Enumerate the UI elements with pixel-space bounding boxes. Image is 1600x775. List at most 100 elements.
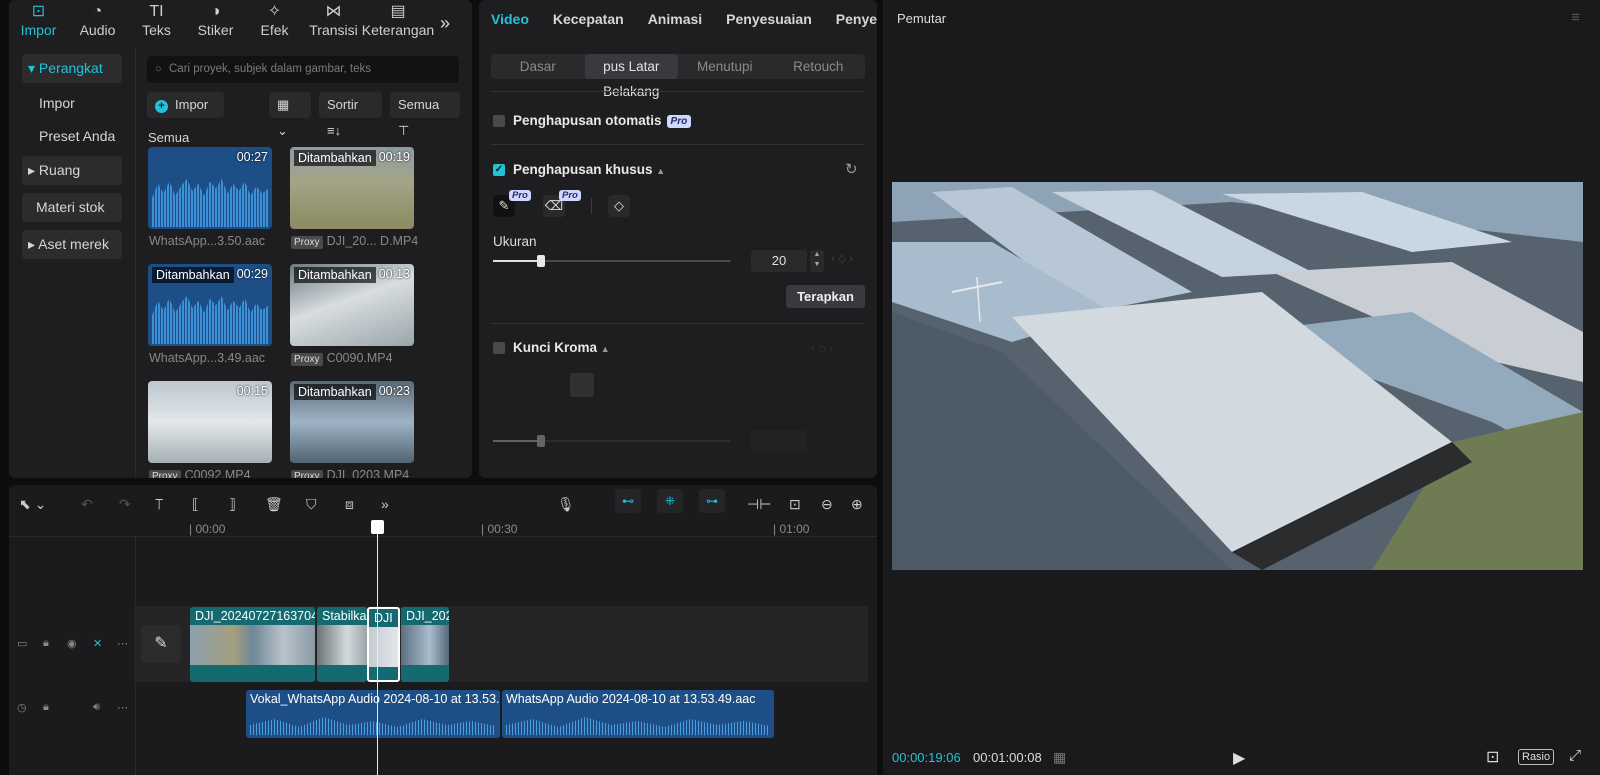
stepper-icon[interactable]: ▲ ▼ bbox=[810, 250, 824, 272]
custom-remove-checkbox[interactable]: ✓ bbox=[493, 164, 505, 176]
sidebar-item-stock[interactable]: Materi stok bbox=[22, 193, 122, 222]
subtab-basic[interactable]: Dasar bbox=[491, 54, 585, 79]
tab-import[interactable]: ⊡ Impor bbox=[9, 0, 68, 46]
audio-clip[interactable]: Vokal_WhatsApp Audio 2024-08-10 at 13.53… bbox=[246, 690, 500, 738]
video-clip[interactable]: DJI_2024 bbox=[401, 607, 449, 682]
auto-remove-checkbox[interactable] bbox=[493, 115, 505, 127]
filter-button[interactable]: Semua ⊤ bbox=[390, 92, 460, 138]
trim-left-icon[interactable]: ⟦ bbox=[192, 496, 199, 513]
media-item-video-1[interactable]: Ditambahkan 00:19 bbox=[290, 147, 414, 229]
divider bbox=[491, 91, 865, 92]
tab-adjustment[interactable]: Penyesuaian bbox=[726, 11, 812, 27]
tab-adjustment-2[interactable]: Penyes bbox=[836, 11, 877, 27]
cover-icon[interactable]: ✕ bbox=[93, 637, 102, 650]
tab-effects[interactable]: ✧ Efek bbox=[245, 0, 304, 46]
subtab-mask[interactable]: Menutupi bbox=[678, 54, 772, 79]
lock-icon[interactable]: 🔒︎ bbox=[43, 701, 49, 714]
trim-right-icon[interactable]: ⟧ bbox=[229, 496, 236, 513]
freeze-icon[interactable]: ⧈ bbox=[345, 496, 354, 513]
undo-icon[interactable]: ↶ bbox=[81, 496, 93, 513]
eraser-tool-icon[interactable]: ◇ bbox=[608, 195, 630, 217]
chroma-value-input bbox=[751, 430, 807, 452]
chroma-key-text: Kunci Kroma bbox=[513, 340, 598, 355]
split-icon[interactable]: ⟙ bbox=[155, 496, 163, 513]
marker-icon[interactable]: ⛉ bbox=[306, 496, 317, 513]
zoom-in-icon[interactable]: ⊕ bbox=[851, 496, 863, 513]
size-value-input[interactable]: 20 bbox=[751, 250, 807, 272]
time-ruler[interactable]: | 00:00 | 00:30 | 01:00 bbox=[9, 517, 877, 537]
sticker-icon: ◑ bbox=[210, 3, 221, 20]
timecode-grid-icon[interactable]: ▦ bbox=[1053, 749, 1066, 766]
sidebar-item-device[interactable]: ▾ Perangkat bbox=[22, 54, 122, 83]
sidebar-item-import[interactable]: Impor bbox=[22, 89, 122, 118]
slider-knob[interactable] bbox=[536, 255, 545, 267]
view-toggle-button[interactable]: ▦ ⌄ bbox=[269, 92, 311, 138]
preview-axis-icon[interactable]: ⊡ bbox=[789, 496, 801, 513]
fullscreen-icon[interactable]: ⤢ bbox=[1569, 747, 1581, 764]
subtab-background-removal[interactable]: pus Latar Belakang bbox=[584, 54, 678, 99]
duration: 00:13 bbox=[378, 267, 410, 281]
microphone-icon[interactable]: 🎙 bbox=[557, 496, 575, 513]
video-clip-selected[interactable]: DJI bbox=[367, 607, 400, 682]
tab-captions[interactable]: ▤ Keterangan bbox=[361, 0, 435, 46]
auto-snap-icon[interactable]: ⁜ bbox=[657, 489, 683, 513]
import-icon: ⊡ bbox=[31, 3, 46, 20]
tab-text[interactable]: TI Teks bbox=[127, 0, 186, 46]
collapse-icon[interactable]: ▲ bbox=[601, 344, 610, 354]
reset-icon[interactable]: ↻ bbox=[845, 160, 858, 178]
media-item-video-2[interactable]: Ditambahkan 00:13 bbox=[290, 264, 414, 346]
main-track-magnet-icon[interactable]: ⊷ bbox=[615, 489, 641, 513]
tab-video[interactable]: Video bbox=[491, 11, 529, 27]
edit-cover-icon[interactable]: ✎ bbox=[141, 625, 181, 663]
ratio-button[interactable]: Rasio bbox=[1518, 749, 1555, 765]
visibility-icon[interactable]: ◉ bbox=[67, 637, 77, 650]
tab-animation[interactable]: Animasi bbox=[648, 11, 702, 27]
size-slider[interactable] bbox=[493, 255, 731, 267]
media-item-video-3[interactable]: 00:15 bbox=[148, 381, 272, 463]
search-input[interactable]: ○ Cari proyek, subjek dalam gambar, teks bbox=[147, 56, 459, 83]
tab-label: Keterangan bbox=[361, 22, 435, 38]
playhead-handle[interactable] bbox=[371, 520, 384, 534]
tab-speed[interactable]: Kecepatan bbox=[553, 11, 624, 27]
media-item-audio-2[interactable]: Ditambahkan 00:29 bbox=[148, 264, 272, 346]
tab-sticker[interactable]: ◑ Stiker bbox=[186, 0, 245, 46]
chroma-key-checkbox[interactable] bbox=[493, 342, 505, 354]
properties-panel: Video Kecepatan Animasi Penyesuaian Peny… bbox=[479, 0, 877, 478]
tab-audio[interactable]: ◔ Audio bbox=[68, 0, 127, 46]
menu-icon[interactable]: ≡ bbox=[1571, 9, 1580, 26]
video-clip[interactable]: Stabilka bbox=[317, 607, 367, 682]
delete-icon[interactable]: 🗑 bbox=[265, 496, 283, 513]
video-preview[interactable] bbox=[892, 182, 1583, 570]
select-tool-icon[interactable]: ⬉ ⌄ bbox=[19, 496, 46, 513]
lock-icon[interactable]: 🔒︎ bbox=[43, 637, 49, 650]
sidebar-item-presets[interactable]: Preset Anda bbox=[22, 122, 122, 151]
more-tools-icon[interactable]: » bbox=[381, 496, 389, 512]
zoom-out-icon[interactable]: ⊖ bbox=[821, 496, 833, 513]
more-icon[interactable]: ⋯ bbox=[117, 701, 128, 714]
sort-button[interactable]: Sortir ≡↓ bbox=[319, 92, 382, 138]
volume-icon[interactable]: 🔊︎ bbox=[93, 701, 100, 714]
player-panel: Pemutar ≡ 00:00:19:06 00:01:00:08 ▦ ▶ ⊡ … bbox=[883, 0, 1600, 775]
subtab-retouch[interactable]: Retouch bbox=[772, 54, 866, 79]
captions-icon: ▤ bbox=[390, 3, 406, 20]
apply-button[interactable]: Terapkan bbox=[786, 285, 865, 308]
redo-icon[interactable]: ↷ bbox=[119, 496, 131, 513]
audio-clip[interactable]: WhatsApp Audio 2024-08-10 at 13.53.49.aa… bbox=[502, 690, 774, 738]
import-button[interactable]: + Impor bbox=[147, 92, 224, 118]
more-tabs-icon[interactable]: » bbox=[433, 0, 457, 46]
media-item-audio-1[interactable]: 00:27 bbox=[148, 147, 272, 229]
playhead[interactable] bbox=[377, 521, 378, 775]
keyframe-nav-icon[interactable]: ‹ ◇ › bbox=[831, 252, 853, 265]
media-item-video-4[interactable]: Ditambahkan 00:23 bbox=[290, 381, 414, 463]
fit-view-icon[interactable]: ⊡ bbox=[1486, 747, 1499, 767]
tab-transition[interactable]: ⋈ Transisi bbox=[304, 0, 363, 46]
sidebar-item-space[interactable]: ▸ Ruang bbox=[22, 156, 122, 185]
collapse-icon[interactable]: ▲ bbox=[656, 166, 665, 176]
split-view-icon[interactable]: ⊣⊢ bbox=[747, 496, 771, 513]
sidebar-item-brand-assets[interactable]: ▸ Aset merek bbox=[22, 230, 122, 259]
video-clip[interactable]: DJI_20240727163704 bbox=[190, 607, 315, 682]
play-icon[interactable]: ▶ bbox=[1233, 748, 1245, 768]
more-icon[interactable]: ⋯ bbox=[117, 637, 128, 650]
added-badge: Ditambahkan bbox=[294, 150, 376, 166]
linkage-icon[interactable]: ⊶ bbox=[699, 489, 725, 513]
